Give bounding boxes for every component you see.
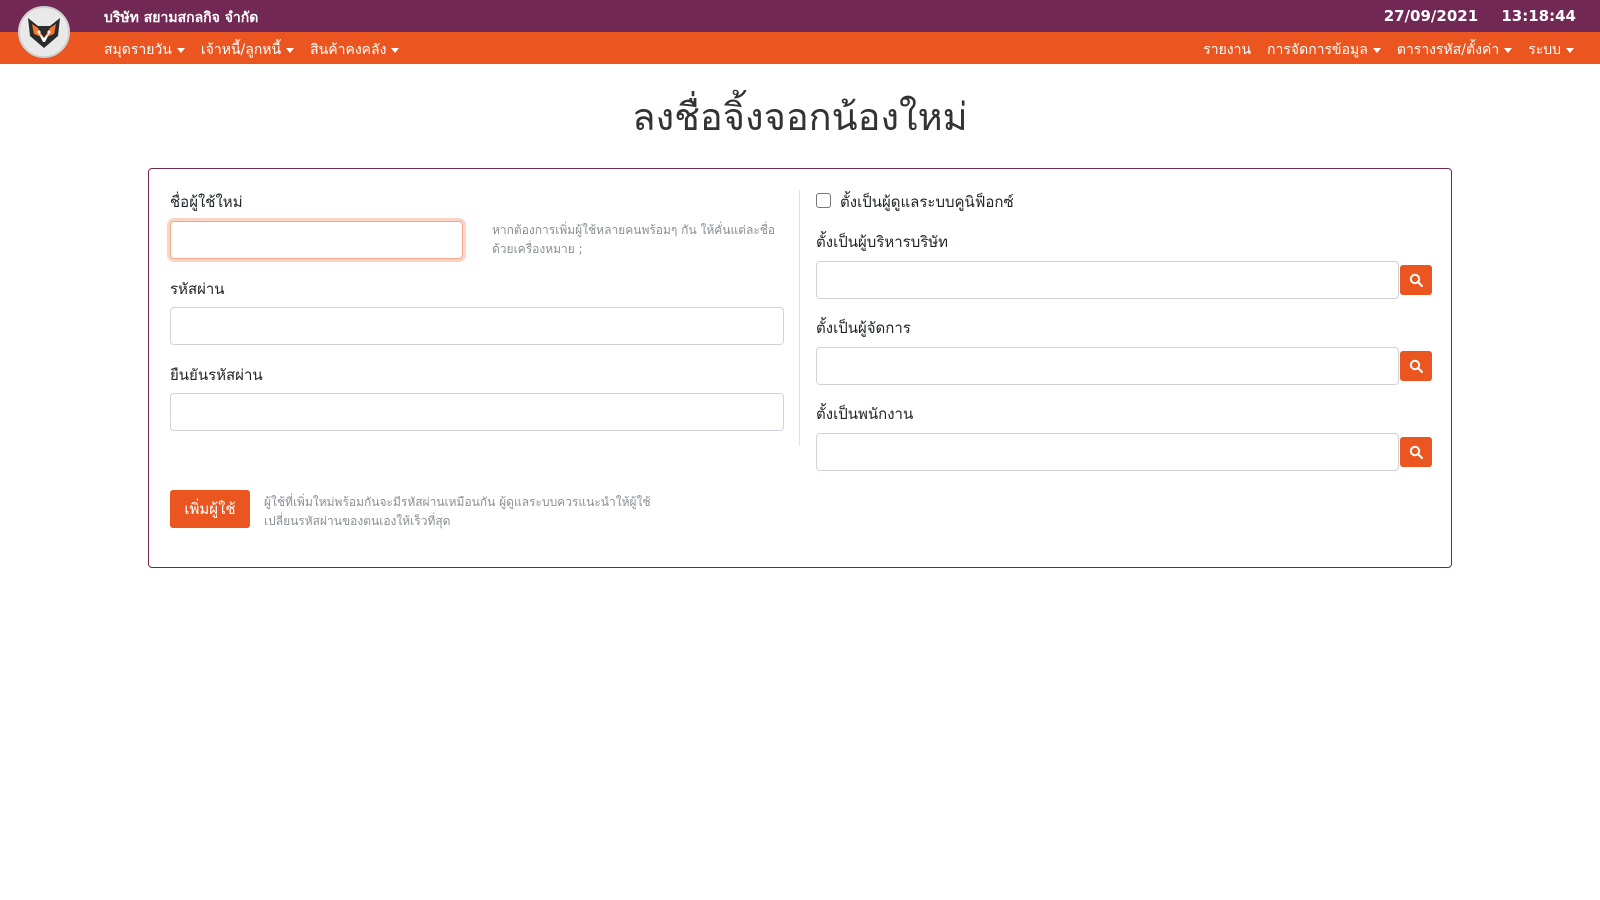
caret-down-icon — [286, 47, 295, 53]
current-date: 27/09/2021 — [1383, 7, 1479, 25]
caret-down-icon — [176, 47, 185, 53]
username-input[interactable] — [170, 221, 463, 259]
exec-search-button[interactable] — [1400, 265, 1432, 295]
manager-label: ตั้งเป็นผู้จัดการ — [816, 319, 911, 337]
password-label: รหัสผ่าน — [170, 280, 225, 298]
add-user-button[interactable]: เพิ่มผู้ใช้ — [170, 490, 250, 528]
nav-payables-label: เจ้าหนี้/ลูกหนี้ — [200, 42, 282, 58]
nav-payables-receivables[interactable]: เจ้าหนี้/ลูกหนี้ — [200, 39, 295, 61]
add-user-hint: ผู้ใช้ที่เพิ่มใหม่พร้อมกันจะมีรหัสผ่านเห… — [264, 495, 651, 528]
nav-data-management-label: การจัดการข้อมูล — [1267, 42, 1368, 58]
caret-down-icon — [1372, 47, 1381, 53]
exec-label: ตั้งเป็นผู้บริหารบริษัท — [816, 233, 949, 251]
nav-journal[interactable]: สมุดรายวัน — [104, 39, 185, 61]
nav-reports[interactable]: รายงาน — [1203, 39, 1251, 61]
nav-system-label: ระบบ — [1528, 42, 1561, 58]
page-title: ลงชื่อจิ้งจอกน้องใหม่ — [632, 95, 968, 139]
admin-checkbox[interactable] — [816, 193, 831, 208]
admin-checkbox-label: ตั้งเป็นผู้ดูแลระบบคูนิฟ็อกซ์ — [840, 193, 1014, 211]
manager-search-button[interactable] — [1400, 351, 1432, 381]
staff-label: ตั้งเป็นพนักงาน — [816, 405, 914, 423]
password-input[interactable] — [170, 307, 784, 345]
staff-input[interactable] — [816, 433, 1399, 471]
nav-reports-label: รายงาน — [1203, 42, 1252, 58]
nav-inventory[interactable]: สินค้าคงคลัง — [310, 39, 400, 61]
caret-down-icon — [1504, 47, 1513, 53]
username-label: ชื่อผู้ใช้ใหม่ — [170, 193, 243, 211]
fox-logo-icon[interactable] — [18, 6, 70, 58]
username-hint: หากต้องการเพิ่มผู้ใช้หลายคนพร้อมๆ กัน ให… — [492, 223, 776, 256]
datetime: 27/09/2021 13:18:44 — [1366, 7, 1576, 25]
nav-system[interactable]: ระบบ — [1528, 39, 1574, 61]
search-icon — [1409, 273, 1423, 287]
exec-input[interactable] — [816, 261, 1399, 299]
confirm-password-input[interactable] — [170, 393, 784, 431]
nav-inventory-label: สินค้าคงคลัง — [310, 42, 387, 58]
search-icon — [1409, 445, 1423, 459]
caret-down-icon — [1566, 47, 1574, 53]
staff-search-button[interactable] — [1400, 437, 1432, 467]
confirm-password-label: ยืนยันรหัสผ่าน — [170, 366, 263, 384]
top-bar: บริษัท สยามสกลกิจ จำกัด 27/09/2021 13:18… — [0, 0, 1600, 32]
manager-input[interactable] — [816, 347, 1399, 385]
search-icon — [1409, 359, 1423, 373]
nav-journal-label: สมุดรายวัน — [104, 42, 172, 58]
nav-settings-label: ตารางรหัส/ตั้งค่า — [1396, 42, 1500, 58]
company-name: บริษัท สยามสกลกิจ จำกัด — [104, 10, 259, 26]
nav-data-management[interactable]: การจัดการข้อมูล — [1267, 39, 1381, 61]
column-divider — [799, 190, 800, 446]
current-time: 13:18:44 — [1501, 7, 1576, 25]
caret-down-icon — [391, 47, 400, 53]
main-navbar: สมุดรายวัน เจ้าหนี้/ลูกหนี้ สินค้าคงคลัง… — [0, 32, 1600, 64]
nav-code-tables-settings[interactable]: ตารางรหัส/ตั้งค่า — [1396, 39, 1513, 61]
